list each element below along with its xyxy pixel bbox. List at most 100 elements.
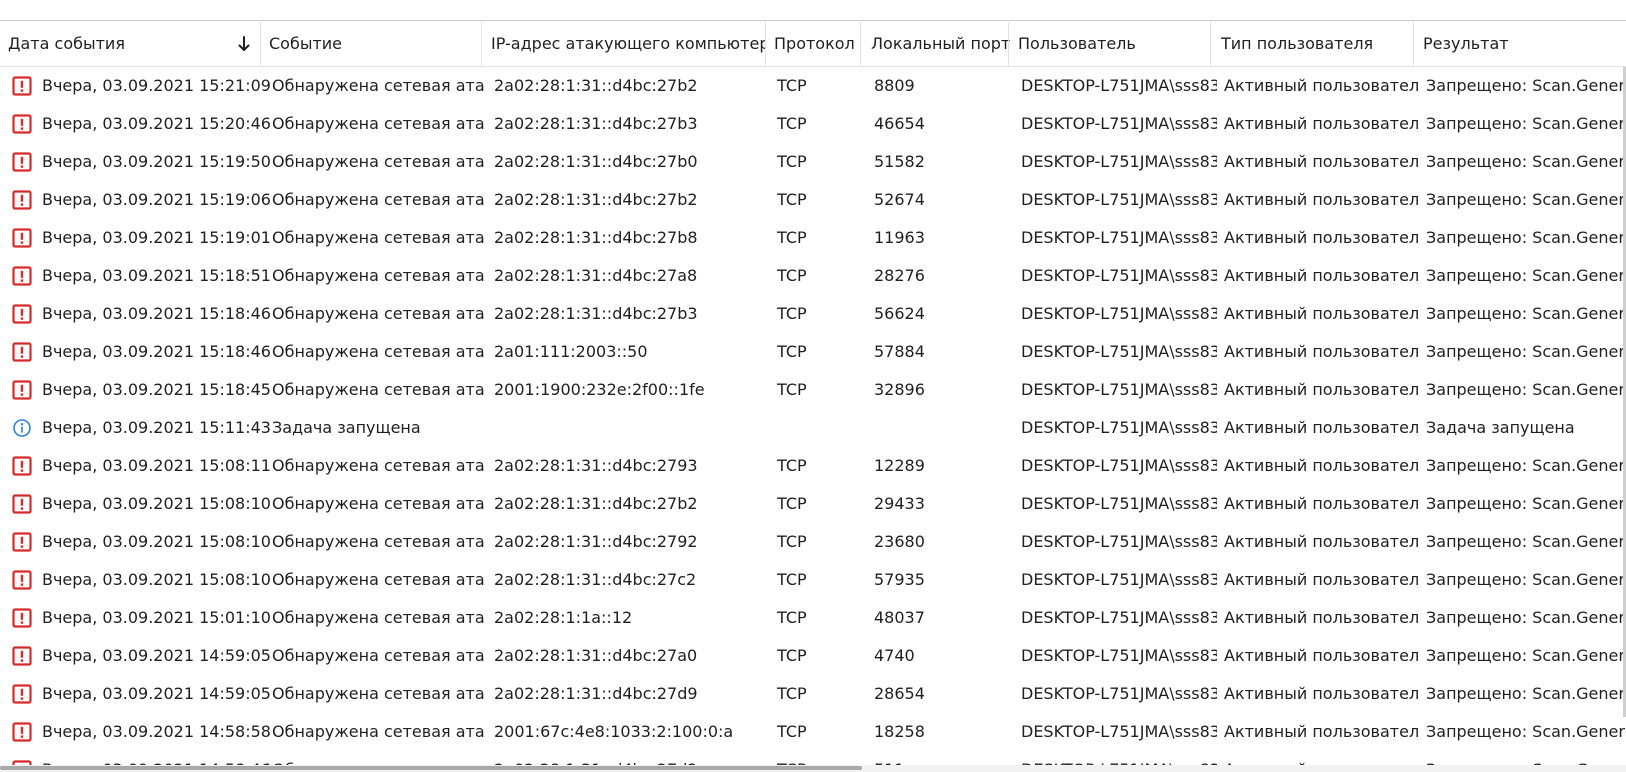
cell-event: Обнаружена сетевая атака — [272, 608, 484, 627]
cell-result: Запрещено: Scan.Generic.PortScan.TCP — [1426, 152, 1626, 171]
horizontal-scrollbar-thumb[interactable] — [0, 766, 862, 770]
info-circle-icon — [12, 418, 32, 438]
cell-port: 11963 — [874, 228, 925, 247]
cell-port: 28276 — [874, 266, 925, 285]
cell-port: 56624 — [874, 304, 925, 323]
cell-event: Обнаружена сетевая атака — [272, 722, 484, 741]
cell-user-type: Активный пользователь — [1224, 570, 1420, 589]
cell-event: Обнаружена сетевая атака — [272, 266, 484, 285]
cell-user-type: Активный пользователь — [1224, 494, 1420, 513]
column-resize-handle[interactable] — [481, 22, 482, 66]
table-row[interactable]: Вчера, 03.09.2021 15:18:46 Обнаружена сет… — [0, 295, 1626, 333]
table-row[interactable]: Вчера, 03.09.2021 14:59:05 Обнаружена сет… — [0, 637, 1626, 675]
warning-square-icon — [12, 684, 32, 704]
table-row[interactable]: Вчера, 03.09.2021 15:01:10 Обнаружена сет… — [0, 599, 1626, 637]
cell-date: Вчера, 03.09.2021 15:18:45 — [42, 380, 270, 399]
cell-user-type: Активный пользователь — [1224, 418, 1420, 437]
cell-user: DESKTOP-L751JMA\sss83 — [1021, 722, 1217, 741]
table-row[interactable]: Вчера, 03.09.2021 15:08:10 Обнаружена сет… — [0, 561, 1626, 599]
cell-event: Обнаружена сетевая атака — [272, 228, 484, 247]
column-resize-handle[interactable] — [260, 22, 261, 66]
cell-user-type: Активный пользователь — [1224, 608, 1420, 627]
cell-date: Вчера, 03.09.2021 15:20:46 — [42, 114, 270, 133]
cell-event: Обнаружена сетевая атака — [272, 342, 484, 361]
cell-user: DESKTOP-L751JMA\sss83 — [1021, 646, 1217, 665]
table-row[interactable]: Вчера, 03.09.2021 15:19:06 Обнаружена сет… — [0, 181, 1626, 219]
column-resize-handle[interactable] — [765, 22, 766, 66]
warning-square-icon — [12, 722, 32, 742]
table-row[interactable]: Вчера, 03.09.2021 15:18:51 Обнаружена сет… — [0, 257, 1626, 295]
cell-ip: 2a02:28:1:31::d4bc:27c2 — [494, 570, 697, 589]
column-header-port[interactable]: Локальный порт — [871, 22, 1011, 66]
cell-user: DESKTOP-L751JMA\sss83 — [1021, 456, 1217, 475]
table-row[interactable]: Вчера, 03.09.2021 14:58:58 Обнаружена сет… — [0, 713, 1626, 751]
cell-result: Запрещено: Scan.Generic.PortScan.TCP — [1426, 342, 1626, 361]
cell-protocol: TCP — [777, 152, 807, 171]
column-header-protocol[interactable]: Протокол — [774, 22, 864, 66]
table-row[interactable]: Вчера, 03.09.2021 14:59:05 Обнаружена сет… — [0, 675, 1626, 713]
cell-port: 57884 — [874, 342, 925, 361]
table-row[interactable]: Вчера, 03.09.2021 15:19:01 Обнаружена сет… — [0, 219, 1626, 257]
toolbar-divider — [0, 20, 1626, 21]
column-resize-handle[interactable] — [1413, 22, 1414, 66]
sort-arrow-down-icon[interactable] — [237, 35, 251, 53]
warning-square-icon — [12, 494, 32, 514]
cell-result: Запрещено: Scan.Generic.PortScan.TCP — [1426, 76, 1626, 95]
cell-protocol: TCP — [777, 342, 807, 361]
table-row[interactable]: Вчера, 03.09.2021 15:08:10 Обнаружена сет… — [0, 485, 1626, 523]
column-header-ip[interactable]: IP-адрес атакующего компьютера — [491, 22, 766, 66]
cell-port: 52674 — [874, 190, 925, 209]
cell-protocol: TCP — [777, 266, 807, 285]
cell-user-type: Активный пользователь — [1224, 646, 1420, 665]
warning-square-icon — [12, 190, 32, 210]
cell-ip: 2a02:28:1:31::d4bc:27b2 — [494, 76, 698, 95]
table-row[interactable]: Вчера, 03.09.2021 15:20:46 Обнаружена сет… — [0, 105, 1626, 143]
cell-ip: 2a01:111:2003::50 — [494, 342, 648, 361]
cell-event: Обнаружена сетевая атака — [272, 684, 484, 703]
cell-user-type: Активный пользователь — [1224, 532, 1420, 551]
cell-user-type: Активный пользователь — [1224, 228, 1420, 247]
cell-port: 51582 — [874, 152, 925, 171]
table-row[interactable]: Вчера, 03.09.2021 15:08:11 Обнаружена сет… — [0, 447, 1626, 485]
table-row[interactable]: Вчера, 03.09.2021 15:18:45 Обнаружена сет… — [0, 371, 1626, 409]
cell-event: Обнаружена сетевая атака — [272, 304, 484, 323]
cell-user: DESKTOP-L751JMA\sss83 — [1021, 342, 1217, 361]
column-resize-handle[interactable] — [1210, 22, 1211, 66]
cell-user-type: Активный пользователь — [1224, 114, 1420, 133]
table-row[interactable]: Вчера, 03.09.2021 15:21:09 Обнаружена сет… — [0, 67, 1626, 105]
cell-ip — [494, 409, 770, 447]
events-table: Дата события Событие IP-адрес атакующего к… — [0, 22, 1626, 772]
column-header-event[interactable]: Событие — [269, 22, 479, 66]
cell-user: DESKTOP-L751JMA\sss83 — [1021, 608, 1217, 627]
cell-protocol: TCP — [777, 456, 807, 475]
cell-user: DESKTOP-L751JMA\sss83 — [1021, 152, 1217, 171]
cell-port: 48037 — [874, 608, 925, 627]
event-log-window: Дата события Событие IP-адрес атакующего к… — [0, 0, 1626, 772]
cell-user-type: Активный пользователь — [1224, 76, 1420, 95]
cell-protocol: TCP — [777, 380, 807, 399]
cell-date: Вчера, 03.09.2021 15:08:11 — [42, 456, 270, 475]
table-row[interactable]: Вчера, 03.09.2021 15:11:43 Задача запущен… — [0, 409, 1626, 447]
cell-ip: 2001:67c:4e8:1033:2:100:0:a — [494, 722, 734, 741]
column-header-result[interactable]: Результат — [1423, 22, 1626, 66]
cell-event: Обнаружена сетевая атака — [272, 646, 484, 665]
column-header-date[interactable]: Дата события — [8, 22, 228, 66]
table-row[interactable]: Вчера, 03.09.2021 15:19:50 Обнаружена сет… — [0, 143, 1626, 181]
column-resize-handle[interactable] — [860, 22, 861, 66]
cell-result: Запрещено: Scan.Generic.PortScan.TCP — [1426, 114, 1626, 133]
cell-user-type: Активный пользователь — [1224, 266, 1420, 285]
column-header-user[interactable]: Пользователь — [1018, 22, 1213, 66]
warning-square-icon — [12, 342, 32, 362]
cell-date: Вчера, 03.09.2021 15:21:09 — [42, 76, 270, 95]
column-resize-handle[interactable] — [1008, 22, 1009, 66]
table-row[interactable]: Вчера, 03.09.2021 15:08:10 Обнаружена сет… — [0, 523, 1626, 561]
cell-result: Запрещено: Scan.Generic.PortScan.TCP — [1426, 722, 1626, 741]
warning-square-icon — [12, 114, 32, 134]
table-row[interactable]: Вчера, 03.09.2021 15:18:46 Обнаружена сет… — [0, 333, 1626, 371]
column-header-user-type[interactable]: Тип пользователя — [1221, 22, 1416, 66]
cell-result: Запрещено: Scan.Generic.PortScan.TCP — [1426, 266, 1626, 285]
cell-ip: 2a02:28:1:31::d4bc:27a0 — [494, 646, 698, 665]
warning-square-icon — [12, 76, 32, 96]
cell-date: Вчера, 03.09.2021 15:19:50 — [42, 152, 270, 171]
cell-user: DESKTOP-L751JMA\sss83 — [1021, 532, 1217, 551]
